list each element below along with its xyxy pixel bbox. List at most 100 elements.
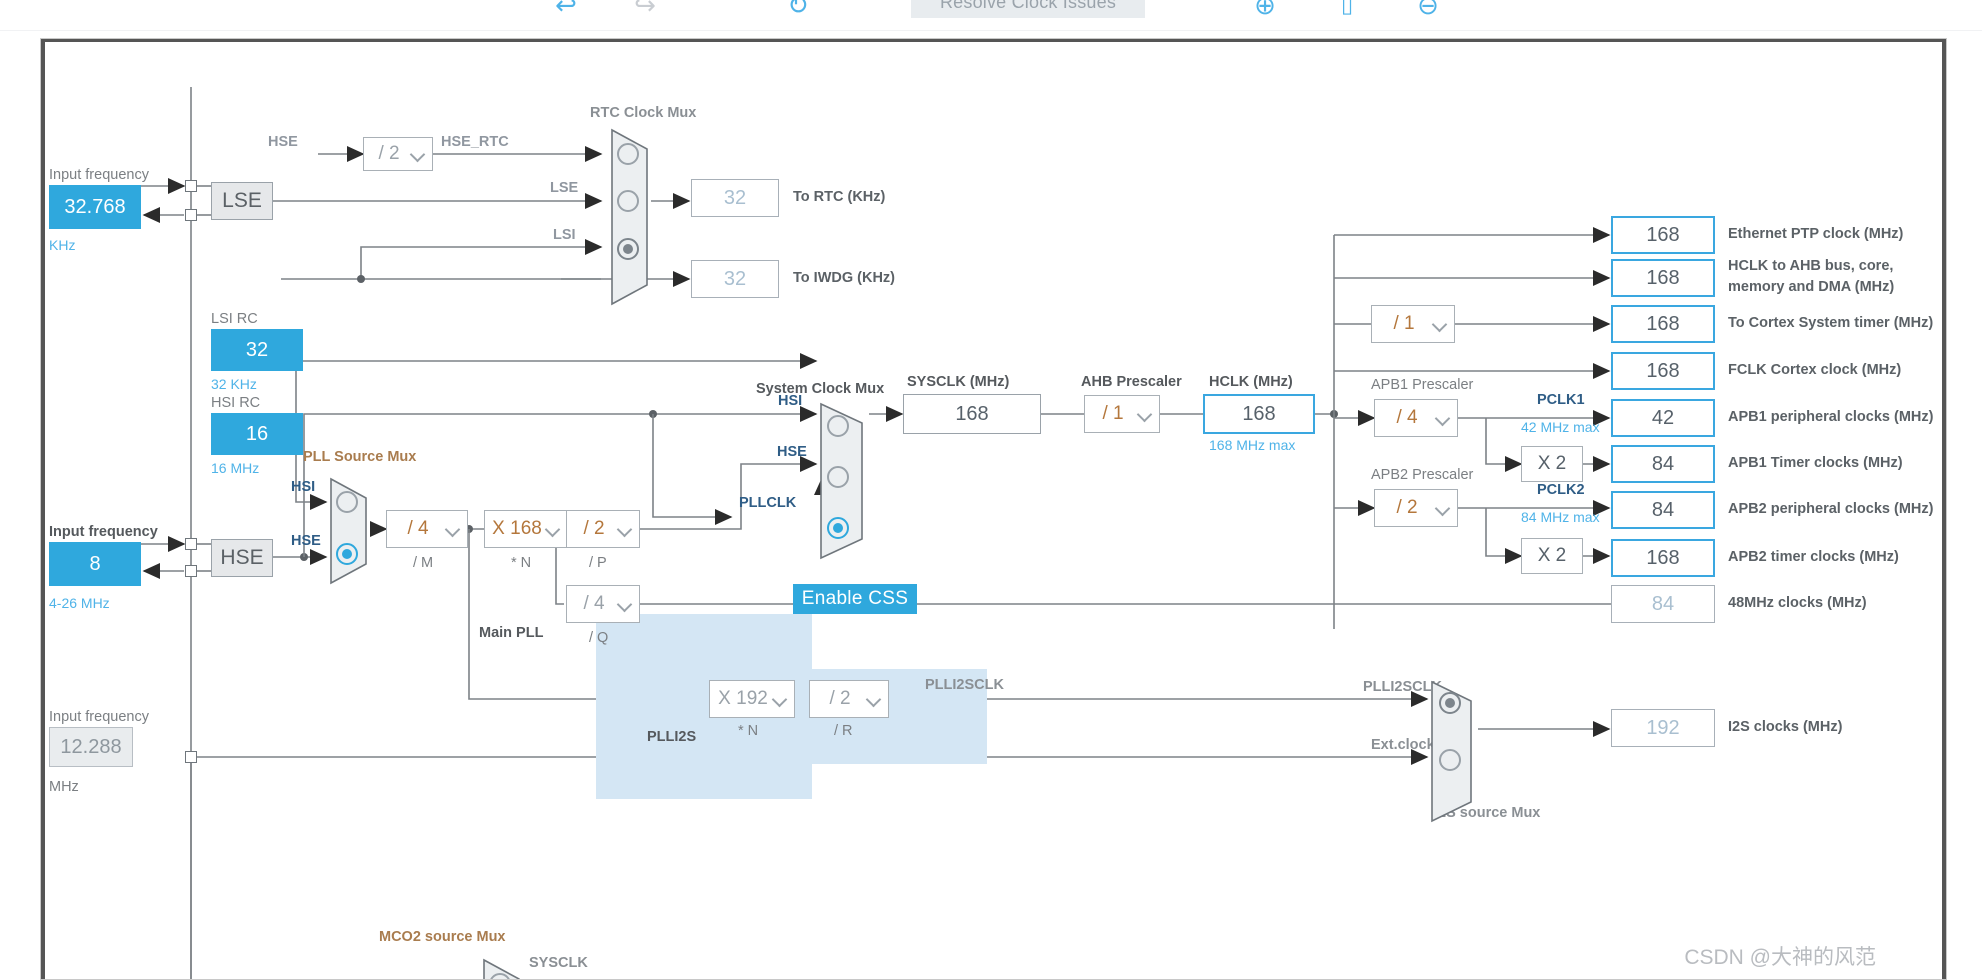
to-iwdg-label: To IWDG (KHz) xyxy=(793,270,896,286)
mco2-source-mux-title: MCO2 source Mux xyxy=(379,929,506,945)
lse-unit-label: KHz xyxy=(49,237,76,253)
pll-n-label: * N xyxy=(511,555,532,571)
pll-source-mux-hsi-label: HSI xyxy=(291,479,316,495)
rtc-mux-option-lse[interactable] xyxy=(617,190,639,212)
output-hclk-ahb-value[interactable]: 168 xyxy=(1611,259,1715,297)
i2s-source-mux[interactable] xyxy=(1429,679,1479,824)
cortex-prescaler-select[interactable]: / 1 xyxy=(1371,305,1455,343)
mco2-source-mux[interactable] xyxy=(481,957,525,979)
to-iwdg-value: 32 xyxy=(691,260,779,298)
reset-icon: ↻ xyxy=(787,0,809,20)
pll-p-divider-value: / 2 xyxy=(583,518,605,539)
toolbar-divider xyxy=(0,30,1982,31)
plli2s-n-multiplier-select[interactable]: X 192 xyxy=(709,680,795,718)
output-ethernet-ptp-value[interactable]: 168 xyxy=(1611,216,1715,254)
chevron-down-icon xyxy=(772,691,788,707)
output-i2s-value: 192 xyxy=(1611,709,1715,747)
system-clock-mux-option-hsi[interactable] xyxy=(827,415,849,437)
rtc-mux-option-hse-rtc[interactable] xyxy=(617,143,639,165)
chevron-down-icon xyxy=(410,146,426,162)
to-rtc-label: To RTC (KHz) xyxy=(793,189,886,205)
resolve-clock-issues-button[interactable]: Resolve Clock Issues xyxy=(911,0,1145,18)
clock-configuration-canvas[interactable]: Input frequency 32.768 KHz LSE HSE / 2 H… xyxy=(40,38,1947,980)
output-apb1-peripheral-label: APB1 peripheral clocks (MHz) xyxy=(1728,409,1934,425)
apb2-prescaler-title: APB2 Prescaler xyxy=(1371,467,1474,483)
hclk-title: HCLK (MHz) xyxy=(1209,374,1293,390)
enable-css-button[interactable]: Enable CSS xyxy=(793,584,917,614)
chevron-down-icon xyxy=(1435,500,1451,516)
rtc-hse-divider-select[interactable]: / 2 xyxy=(363,137,433,171)
output-hclk-ahb-label: HCLK to AHB bus, core, xyxy=(1728,258,1894,274)
lse-block[interactable]: LSE xyxy=(211,182,273,220)
hse-input-frequency-field[interactable]: 8 xyxy=(49,542,141,586)
hse-pin-in xyxy=(185,538,197,550)
hse-block[interactable]: HSE xyxy=(211,539,273,577)
fit-to-screen-icon: ▯ xyxy=(1340,0,1354,17)
pll-q-divider-select[interactable]: / 4 xyxy=(566,585,640,623)
output-apb2-timer-value[interactable]: 168 xyxy=(1611,539,1715,577)
i2s-mux-extclock-label: Ext.clock xyxy=(1371,737,1435,753)
zoom-in-icon: ⊕ xyxy=(1254,0,1276,20)
pclk2-hint: 84 MHz max xyxy=(1521,509,1600,525)
output-hclk-ahb-label-2: memory and DMA (MHz) xyxy=(1728,279,1895,295)
pll-p-divider-select[interactable]: / 2 xyxy=(566,510,640,548)
pll-source-mux-option-hsi[interactable] xyxy=(336,491,358,513)
sysclk-value: 168 xyxy=(903,394,1041,434)
output-48mhz-label: 48MHz clocks (MHz) xyxy=(1728,595,1867,611)
pll-n-multiplier-select[interactable]: X 168 xyxy=(484,510,568,548)
zoom-out-button[interactable]: ⊖ xyxy=(1408,0,1448,22)
i2s-ext-input-frequency-field[interactable]: 12.288 xyxy=(49,727,133,767)
system-clock-mux[interactable] xyxy=(818,401,870,561)
output-apb1-timer-value[interactable]: 84 xyxy=(1611,445,1715,483)
pll-source-mux-title: PLL Source Mux xyxy=(303,449,417,465)
plli2s-r-divider-value: / 2 xyxy=(829,688,851,709)
pll-source-mux[interactable] xyxy=(328,476,372,586)
ahb-prescaler-select[interactable]: / 1 xyxy=(1084,395,1160,433)
reset-button[interactable]: ↻ xyxy=(778,0,818,22)
hse-rtc-input-label: HSE xyxy=(268,134,298,150)
rtc-mux-option-lsi[interactable] xyxy=(617,238,639,260)
plli2s-r-divider-select[interactable]: / 2 xyxy=(809,680,889,718)
output-apb1-peripheral-value[interactable]: 42 xyxy=(1611,399,1715,437)
undo-button[interactable]: ↩ xyxy=(546,0,586,22)
pclk1-hint: 42 MHz max xyxy=(1521,419,1600,435)
hse-hint: 4-26 MHz xyxy=(49,595,110,611)
chevron-down-icon xyxy=(1435,410,1451,426)
hclk-hint: 168 MHz max xyxy=(1209,437,1296,453)
output-cortex-systick-value[interactable]: 168 xyxy=(1611,305,1715,343)
zoom-in-button[interactable]: ⊕ xyxy=(1245,0,1285,22)
chevron-down-icon xyxy=(545,521,561,537)
hclk-value[interactable]: 168 xyxy=(1203,394,1315,434)
hse-rtc-signal-label: HSE_RTC xyxy=(441,134,509,150)
lse-pin-in xyxy=(185,180,197,192)
system-clock-mux-hsi-label: HSI xyxy=(778,393,803,409)
plli2s-n-label: * N xyxy=(738,723,759,739)
pclk1-label: PCLK1 xyxy=(1537,392,1585,408)
pll-source-mux-option-hse[interactable] xyxy=(336,543,358,565)
to-rtc-value: 32 xyxy=(691,179,779,217)
plli2s-r-label: / R xyxy=(834,723,853,739)
redo-button[interactable]: ↪ xyxy=(625,0,665,22)
fit-to-screen-button[interactable]: ▯ xyxy=(1327,0,1367,22)
rtc-clock-mux[interactable] xyxy=(609,127,653,307)
i2s-mux-option-plli2sclk[interactable] xyxy=(1439,692,1461,714)
apb1-prescaler-select[interactable]: / 4 xyxy=(1374,399,1458,437)
lsi-rc-title: LSI RC xyxy=(211,311,258,327)
i2s-mux-option-extclock[interactable] xyxy=(1439,749,1461,771)
system-clock-mux-option-hse[interactable] xyxy=(827,466,849,488)
main-pll-title: Main PLL xyxy=(479,625,544,641)
output-i2s-label: I2S clocks (MHz) xyxy=(1728,719,1843,735)
system-clock-mux-option-pllclk[interactable] xyxy=(827,517,849,539)
lse-input-frequency-field[interactable]: 32.768 xyxy=(49,185,141,229)
lsi-rc-value: 32 xyxy=(211,329,303,371)
hsi-rc-title: HSI RC xyxy=(211,395,261,411)
output-48mhz-value: 84 xyxy=(1611,585,1715,623)
hse-input-frequency-label: Input frequency xyxy=(49,524,158,540)
apb2-prescaler-select[interactable]: / 2 xyxy=(1374,489,1458,527)
output-apb2-peripheral-value[interactable]: 84 xyxy=(1611,491,1715,529)
system-clock-mux-pllclk-label: PLLCLK xyxy=(739,495,797,511)
plli2sclk-signal-label: PLLI2SCLK xyxy=(925,677,1004,693)
pll-m-divider-select[interactable]: / 4 xyxy=(386,510,468,548)
chevron-down-icon xyxy=(445,521,461,537)
output-fclk-value[interactable]: 168 xyxy=(1611,352,1715,390)
